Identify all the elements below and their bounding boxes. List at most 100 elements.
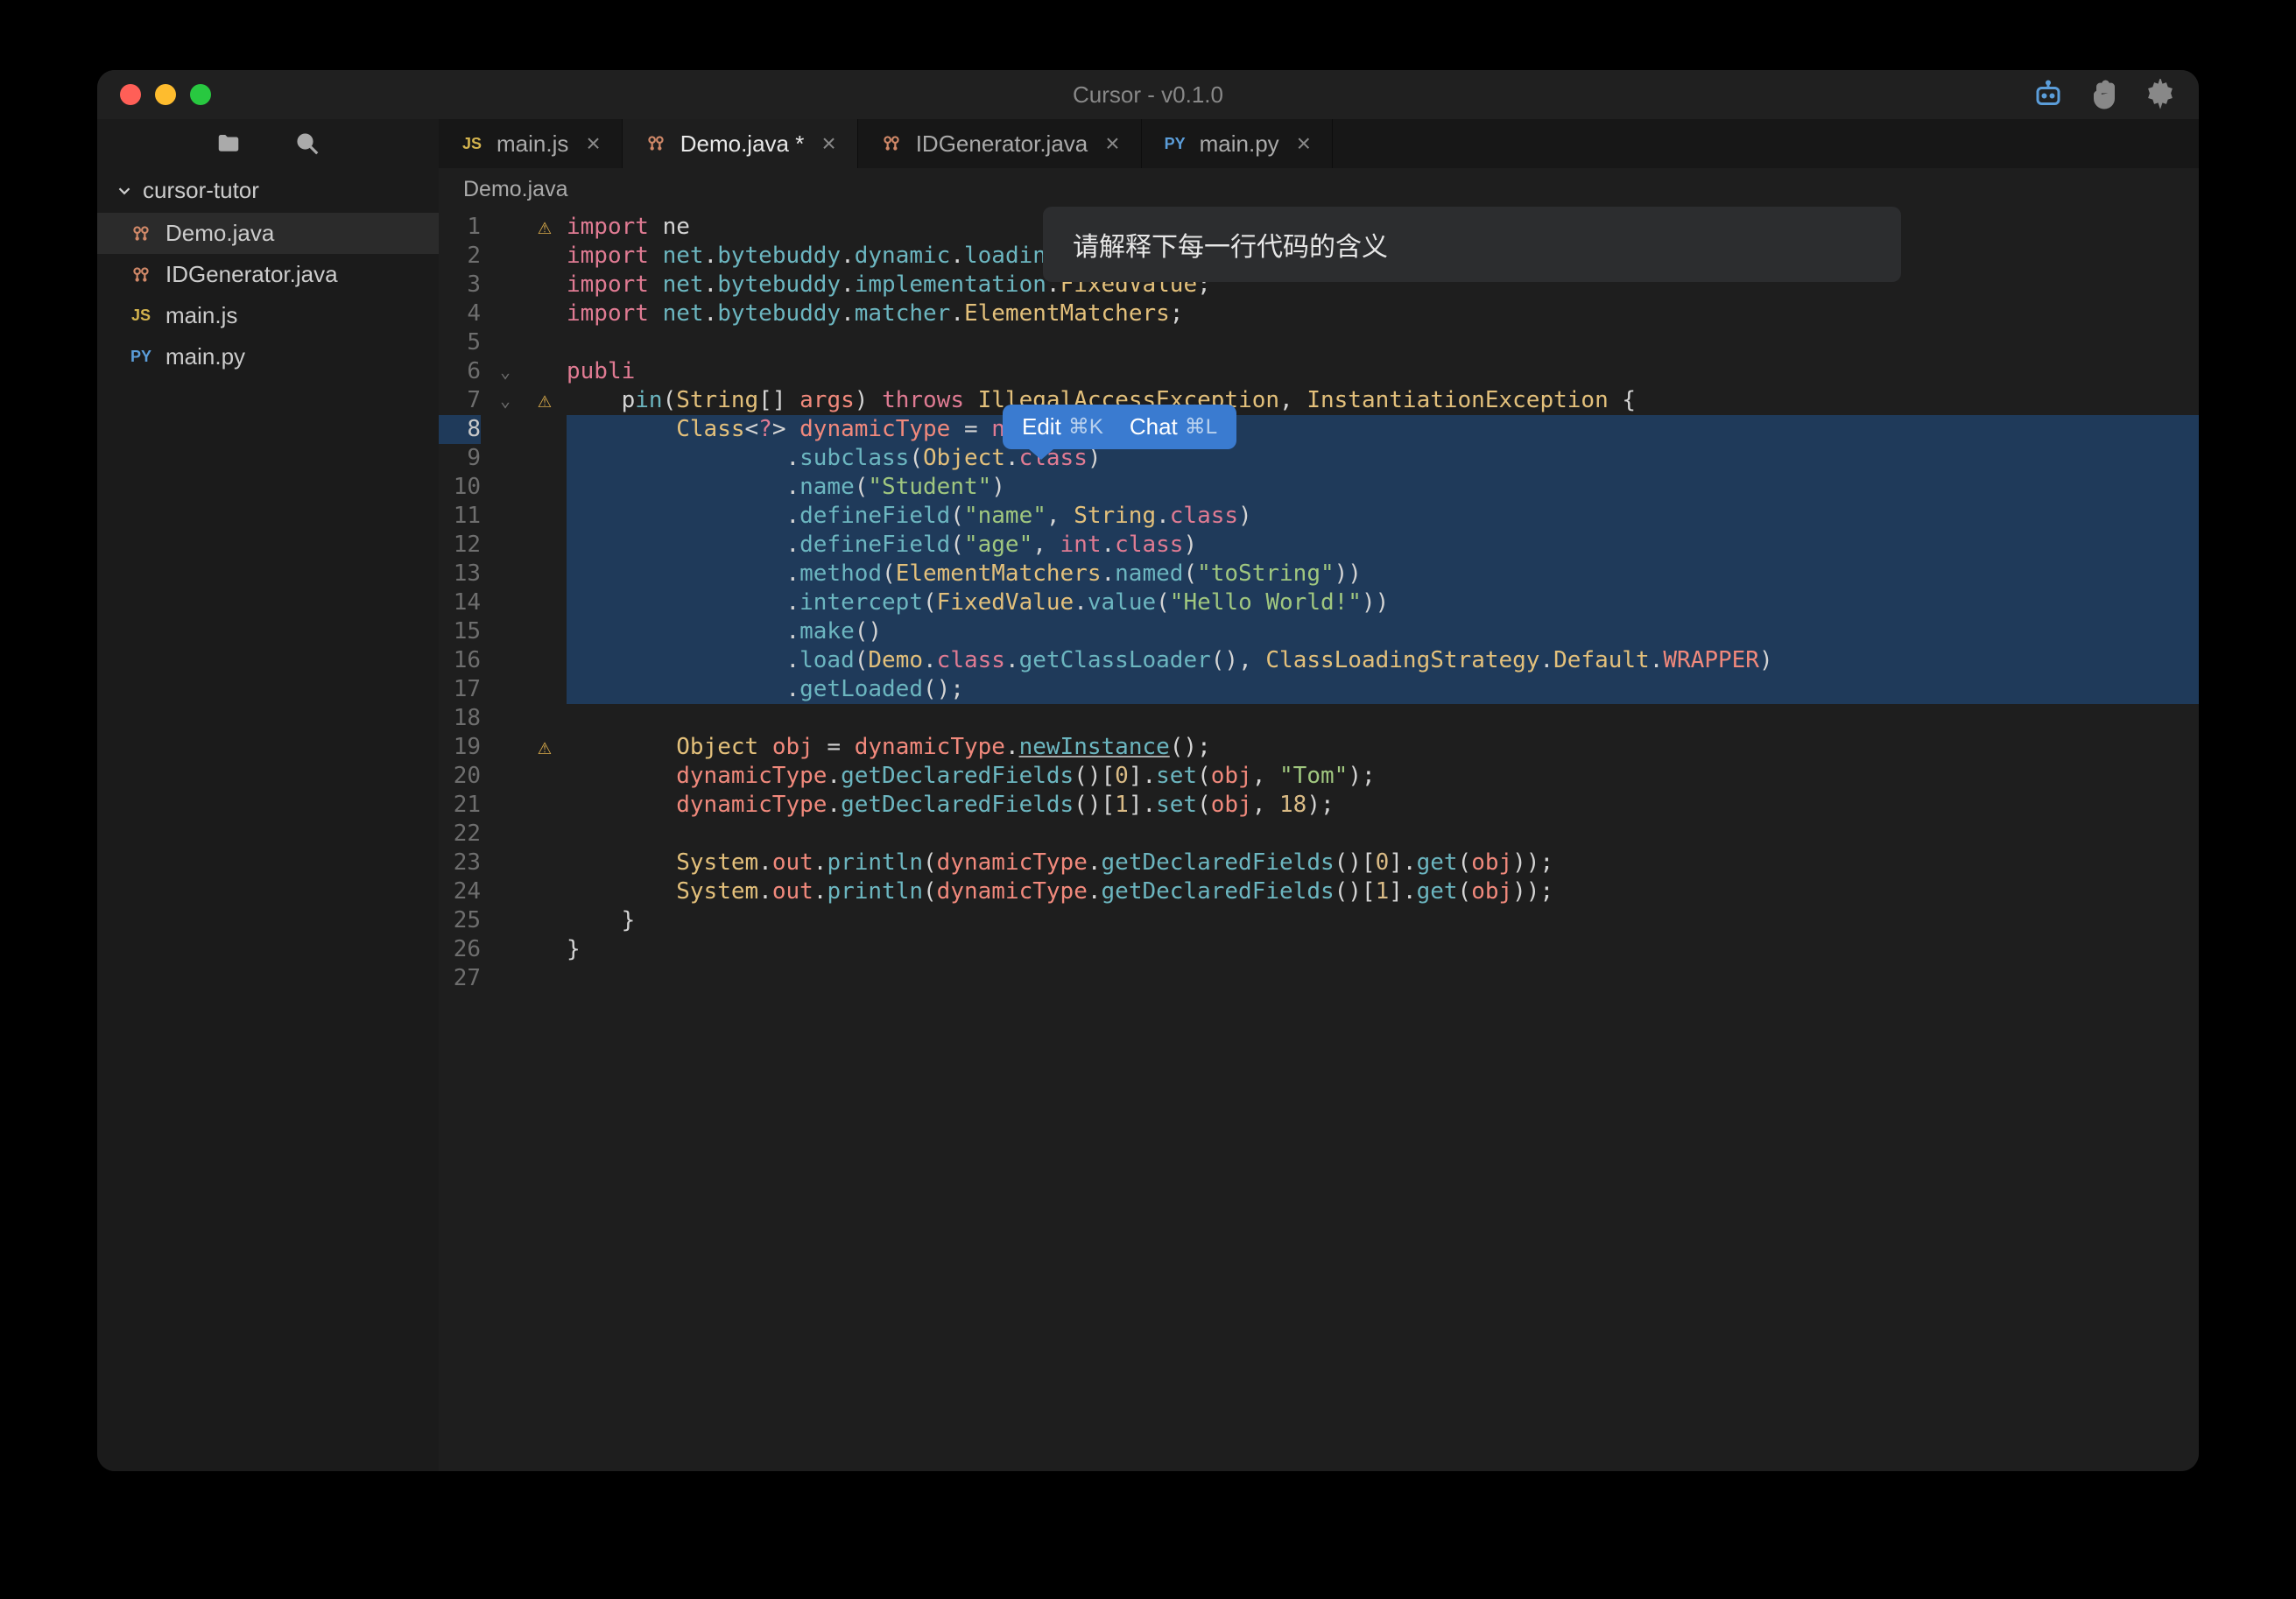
warning-icon: [523, 299, 567, 328]
close-tab-icon[interactable]: ×: [1297, 130, 1311, 158]
warning-icon: [523, 415, 567, 444]
code-line[interactable]: .defineField("age", int.class): [567, 531, 2199, 560]
warning-icon: [523, 473, 567, 502]
sidebar-toolbar: [97, 119, 439, 168]
code-line[interactable]: }: [567, 906, 2199, 935]
fold-toggle: [500, 762, 523, 791]
warning-icon: [523, 444, 567, 473]
edit-action-button[interactable]: Edit ⌘K: [1022, 413, 1103, 440]
warning-icon: [523, 502, 567, 531]
warning-icon: [523, 588, 567, 617]
tab-main-js[interactable]: JSmain.js×: [439, 119, 623, 168]
fold-toggle: [500, 588, 523, 617]
code-line[interactable]: .name("Student"): [567, 473, 2199, 502]
java-file-icon: [129, 222, 153, 245]
fold-toggle: [500, 820, 523, 849]
tab-label: Demo.java *: [680, 130, 805, 158]
fold-toggle: [500, 646, 523, 675]
tab-main-py[interactable]: PYmain.py×: [1142, 119, 1333, 168]
maximize-window-button[interactable]: [190, 84, 211, 105]
wave-icon[interactable]: [2088, 79, 2120, 110]
warning-icon[interactable]: ⚠: [523, 386, 567, 415]
code-line[interactable]: .subclass(Object.class): [567, 444, 2199, 473]
java-file-icon: [879, 132, 904, 155]
code-line[interactable]: dynamicType.getDeclaredFields()[1].set(o…: [567, 791, 2199, 820]
fold-toggle: [500, 271, 523, 299]
code-line[interactable]: .make(): [567, 617, 2199, 646]
code-line[interactable]: [567, 820, 2199, 849]
warning-icon: [523, 964, 567, 993]
close-tab-icon[interactable]: ×: [1105, 130, 1119, 158]
ai-prompt-input[interactable]: 请解释下每一行代码的含义: [1043, 207, 1901, 282]
code-line[interactable]: [567, 328, 2199, 357]
warning-icon[interactable]: ⚠: [523, 213, 567, 242]
fold-gutter: ⌄⌄: [500, 211, 523, 1471]
code-line[interactable]: [567, 704, 2199, 733]
code-line[interactable]: [567, 964, 2199, 993]
folder-icon[interactable]: [215, 130, 242, 157]
code-line[interactable]: }: [567, 935, 2199, 964]
folder-header[interactable]: cursor-tutor: [97, 168, 439, 213]
fold-toggle: [500, 213, 523, 242]
titlebar: Cursor - v0.1.0: [97, 70, 2199, 119]
fold-toggle: [500, 444, 523, 473]
code-line[interactable]: System.out.println(dynamicType.getDeclar…: [567, 877, 2199, 906]
code-line[interactable]: pin(String[] args) throws IllegalAccessE…: [567, 386, 2199, 415]
file-name: Demo.java: [166, 220, 274, 247]
code-content[interactable]: import neimport net.bytebuddy.dynamic.lo…: [567, 211, 2199, 1471]
code-line[interactable]: .getLoaded();: [567, 675, 2199, 704]
editor-area: JSmain.js×Demo.java *×IDGenerator.java×P…: [439, 119, 2199, 1471]
file-item-idgenerator-java[interactable]: IDGenerator.java: [97, 254, 439, 295]
warning-icon[interactable]: ⚠: [523, 733, 567, 762]
code-line[interactable]: Class<?> dynamicType = new ByteBuddy(): [567, 415, 2199, 444]
file-name: IDGenerator.java: [166, 261, 338, 288]
fold-toggle: [500, 675, 523, 704]
file-item-main-py[interactable]: PYmain.py: [97, 336, 439, 377]
code-editor[interactable]: 1234567891011121314151617181920212223242…: [439, 211, 2199, 1471]
line-number-gutter: 1234567891011121314151617181920212223242…: [439, 211, 500, 1471]
tab-idgenerator-java[interactable]: IDGenerator.java×: [858, 119, 1142, 168]
code-line[interactable]: System.out.println(dynamicType.getDeclar…: [567, 849, 2199, 877]
code-line[interactable]: .method(ElementMatchers.named("toString"…: [567, 560, 2199, 588]
settings-icon[interactable]: [2145, 79, 2176, 110]
warning-gutter: ⚠ ⚠ ⚠: [523, 211, 567, 1471]
code-line[interactable]: .load(Demo.class.getClassLoader(), Class…: [567, 646, 2199, 675]
folder-name: cursor-tutor: [143, 177, 259, 204]
traffic-lights: [120, 84, 211, 105]
ai-assistant-icon[interactable]: [2032, 79, 2064, 110]
file-item-main-js[interactable]: JSmain.js: [97, 295, 439, 336]
fold-toggle: [500, 704, 523, 733]
file-item-demo-java[interactable]: Demo.java: [97, 213, 439, 254]
warning-icon: [523, 646, 567, 675]
fold-toggle: [500, 415, 523, 444]
warning-icon: [523, 531, 567, 560]
warning-icon: [523, 906, 567, 935]
breadcrumb[interactable]: Demo.java: [439, 168, 2199, 211]
code-line[interactable]: publi: [567, 357, 2199, 386]
fold-toggle: [500, 560, 523, 588]
fold-toggle: [500, 791, 523, 820]
warning-icon: [523, 791, 567, 820]
warning-icon: [523, 328, 567, 357]
chat-action-button[interactable]: Chat ⌘L: [1130, 413, 1217, 440]
code-line[interactable]: import net.bytebuddy.matcher.ElementMatc…: [567, 299, 2199, 328]
code-line[interactable]: .defineField("name", String.class): [567, 502, 2199, 531]
tab-demo-java[interactable]: Demo.java * ×: [623, 119, 858, 168]
fold-toggle[interactable]: ⌄: [500, 357, 523, 386]
fold-toggle: [500, 877, 523, 906]
warning-icon: [523, 560, 567, 588]
fold-toggle[interactable]: ⌄: [500, 386, 523, 415]
minimize-window-button[interactable]: [155, 84, 176, 105]
fold-toggle: [500, 502, 523, 531]
close-tab-icon[interactable]: ×: [586, 130, 600, 158]
close-window-button[interactable]: [120, 84, 141, 105]
code-line[interactable]: dynamicType.getDeclaredFields()[0].set(o…: [567, 762, 2199, 791]
code-line[interactable]: Object obj = dynamicType.newInstance();: [567, 733, 2199, 762]
tab-label: main.py: [1200, 130, 1279, 158]
warning-icon: [523, 271, 567, 299]
close-tab-icon[interactable]: ×: [821, 130, 835, 158]
fold-toggle: [500, 935, 523, 964]
warning-icon: [523, 242, 567, 271]
search-icon[interactable]: [294, 130, 320, 157]
code-line[interactable]: .intercept(FixedValue.value("Hello World…: [567, 588, 2199, 617]
